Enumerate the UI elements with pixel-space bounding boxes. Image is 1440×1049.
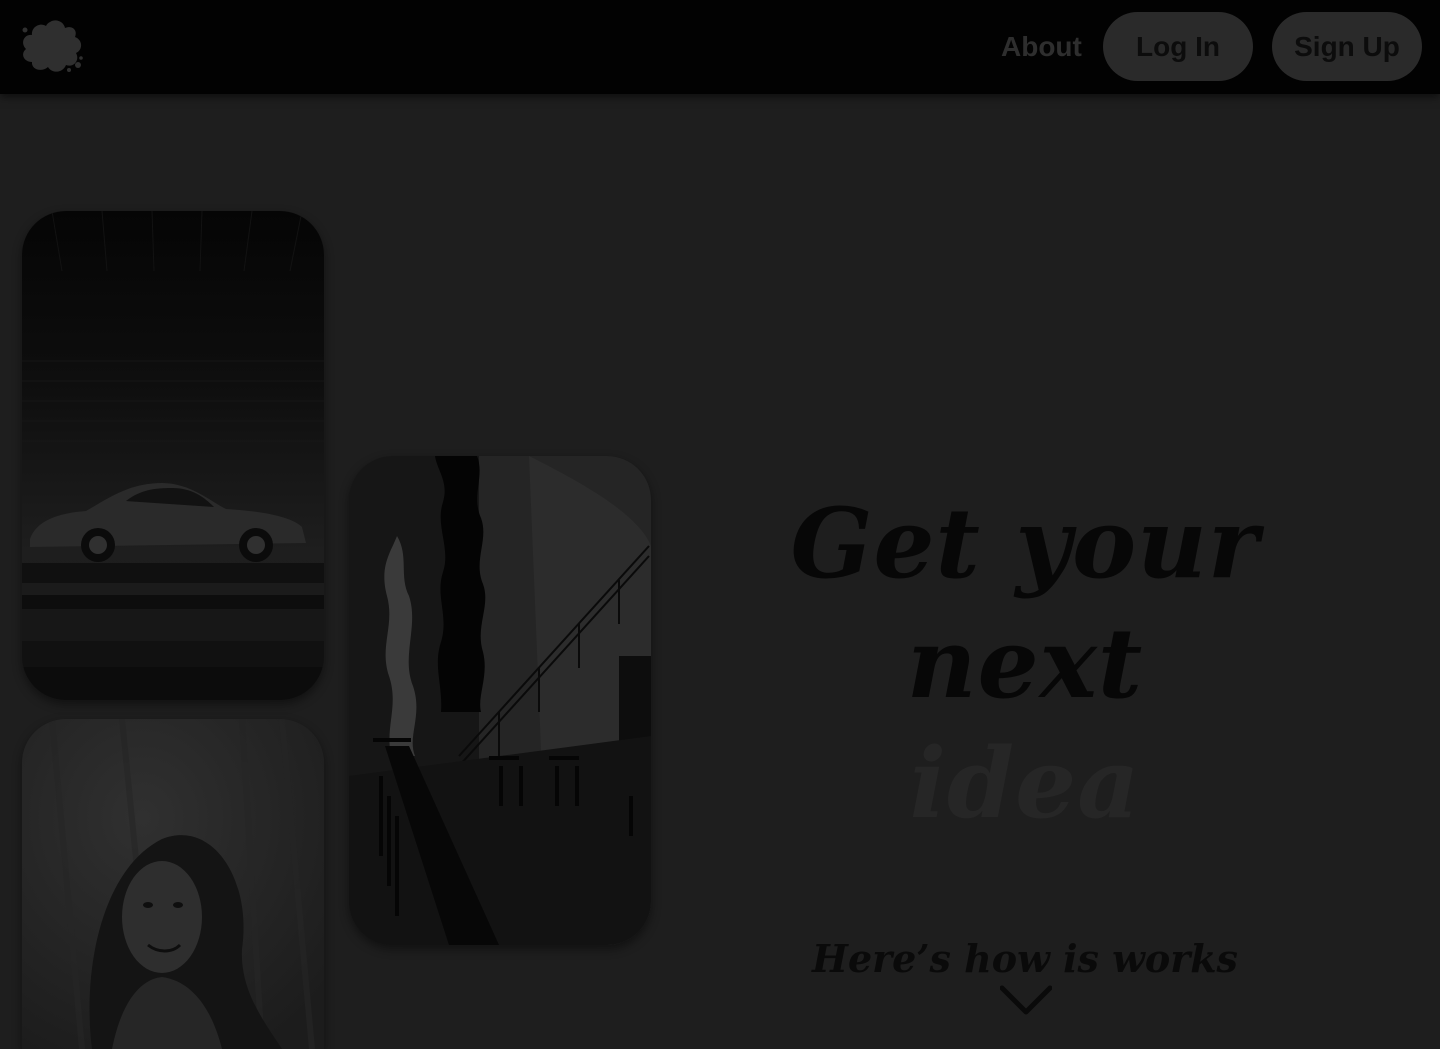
gallery-image-interior[interactable] [349,456,651,945]
chevron-down-icon[interactable] [999,984,1053,1018]
signup-button[interactable]: Sign Up [1272,12,1422,81]
gallery-image-portrait[interactable] [22,719,324,1049]
gallery-image-car[interactable] [22,211,324,700]
top-navigation-bar: About Log In Sign Up [0,0,1440,94]
paint-splat-logo-icon[interactable] [20,18,84,74]
hero-headline: Get your next idea [690,484,1360,844]
nav-about-link[interactable]: About [1001,29,1082,65]
hero-headline-line2: idea [909,727,1141,841]
login-button[interactable]: Log In [1103,12,1253,81]
hero-headline-line1: Get your next [790,487,1260,721]
how-it-works-text[interactable]: Here’s how is works [760,934,1290,984]
